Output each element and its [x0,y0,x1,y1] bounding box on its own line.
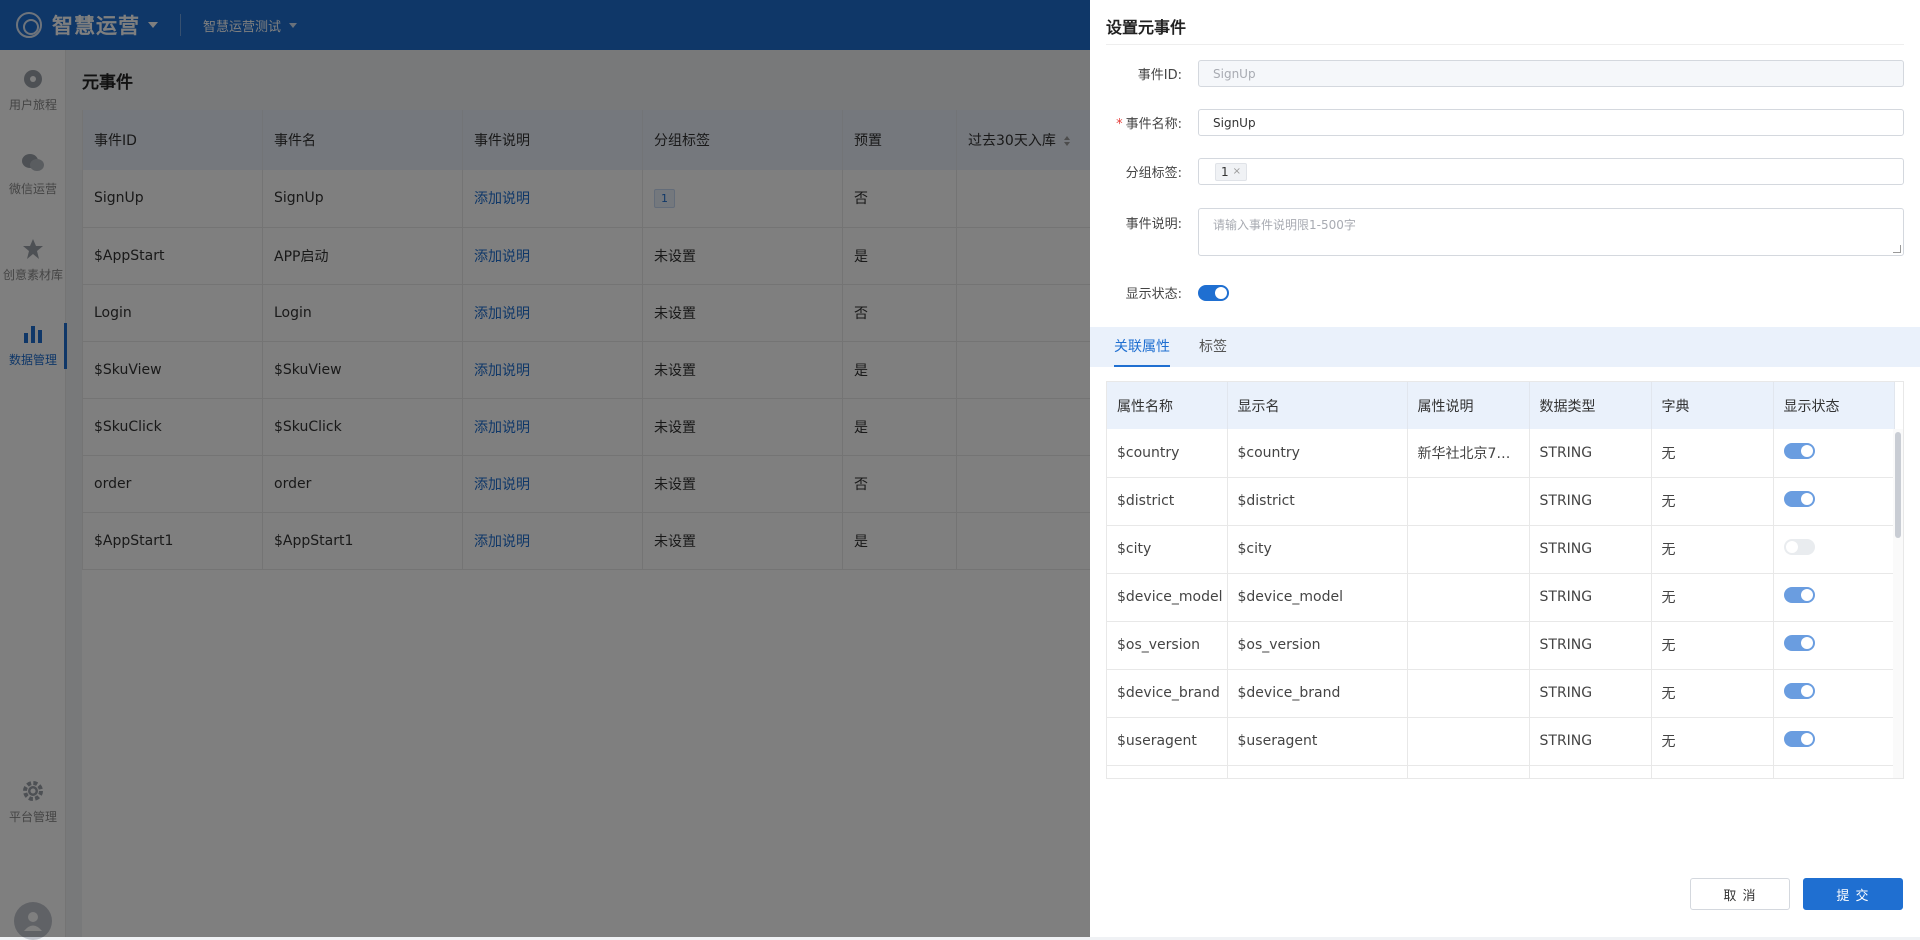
required-mark: * [1116,117,1123,132]
divider [1106,44,1904,45]
column-header: 属性说明 [1407,382,1530,429]
property-name: $device_brand [1107,669,1228,718]
table-row: $country $country 新华社北京7… STRING 无 [1107,429,1895,478]
property-type: STRING [1529,621,1652,670]
property-dict: 无 [1651,573,1774,622]
description-textarea[interactable]: 请输入事件说明限1-500字 [1198,208,1904,256]
table-row [1107,765,1895,778]
property-dict: 无 [1651,621,1774,670]
column-header: 属性名称 [1107,382,1228,429]
property-status-toggle[interactable] [1783,442,1815,459]
property-display-name: $os_version [1227,621,1408,670]
properties-table-container: 属性名称 显示名 属性说明 数据类型 字典 显示状态 $country $cou… [1106,381,1904,779]
submit-button[interactable]: 提 交 [1803,878,1903,910]
tab-related-properties[interactable]: 关联属性 [1114,327,1170,367]
event-id-row: 事件ID: SignUp [1106,60,1904,87]
property-description [1407,717,1530,766]
property-type: STRING [1529,717,1652,766]
event-name-label: * 事件名称: [1106,113,1182,132]
event-id-field: SignUp [1198,60,1904,87]
tabs-bar: 关联属性 标签 [1090,327,1920,367]
property-type: STRING [1529,573,1652,622]
property-type: STRING [1529,525,1652,574]
property-status-toggle[interactable] [1783,635,1815,651]
group-select-tag: 1 × [1215,162,1248,181]
column-header: 字典 [1651,382,1774,429]
property-display-name: $device_model [1227,573,1408,622]
property-name: $os_version [1107,621,1228,670]
property-name: $district [1107,477,1228,526]
property-dict: 无 [1651,717,1774,766]
table-row: $useragent $useragent STRING 无 [1107,717,1895,766]
property-description [1407,477,1530,526]
property-description [1407,669,1530,718]
property-name: $city [1107,525,1228,574]
property-dict: 无 [1651,429,1774,478]
property-display-name: $country [1227,429,1408,478]
property-description: 新华社北京7… [1407,429,1530,478]
column-header: 显示状态 [1773,382,1895,429]
property-status-toggle[interactable] [1783,539,1815,555]
desc-row: 事件说明: 请输入事件说明限1-500字 [1106,208,1904,256]
event-name-row: * 事件名称: SignUp [1106,109,1904,136]
property-dict: 无 [1651,669,1774,718]
property-display-name: $useragent [1227,717,1408,766]
status-row: 显示状态: [1106,283,1904,302]
tab-tags[interactable]: 标签 [1199,327,1227,367]
property-name: $useragent [1107,717,1228,766]
property-type: STRING [1529,669,1652,718]
table-row: $device_brand $device_brand STRING 无 [1107,669,1895,718]
table-header-row: 属性名称 显示名 属性说明 数据类型 字典 显示状态 [1107,382,1895,429]
group-label: 分组标签: [1125,166,1182,181]
group-select[interactable]: 1 × [1198,158,1904,185]
description-placeholder: 请输入事件说明限1-500字 [1213,218,1356,232]
property-display-name: $district [1227,477,1408,526]
property-status-toggle[interactable] [1783,491,1815,507]
property-dict: 无 [1651,477,1774,526]
event-name-field[interactable]: SignUp [1198,109,1904,136]
group-row: 分组标签: 1 × [1106,158,1904,185]
properties-table: 属性名称 显示名 属性说明 数据类型 字典 显示状态 $country $cou… [1107,382,1895,778]
table-row: $district $district STRING 无 [1107,477,1895,526]
group-tag-label: 1 [1221,164,1229,179]
property-status-toggle[interactable] [1783,587,1815,603]
property-status-toggle[interactable] [1783,683,1815,699]
event-name-label-text: 事件名称: [1125,117,1182,132]
scrollbar-thumb[interactable] [1895,432,1901,538]
property-description [1407,621,1530,670]
property-name: $device_model [1107,573,1228,622]
modal-overlay[interactable] [0,0,1090,937]
event-id-label: 事件ID: [1137,68,1182,83]
property-display-name: $device_brand [1227,669,1408,718]
column-header: 数据类型 [1529,382,1652,429]
table-row: $city $city STRING 无 [1107,525,1895,574]
close-icon[interactable]: × [1233,166,1241,177]
property-status-toggle[interactable] [1783,731,1815,747]
property-type: STRING [1529,429,1652,478]
status-label: 显示状态: [1125,287,1182,302]
property-dict: 无 [1651,525,1774,574]
scrollbar-track[interactable] [1893,429,1903,778]
property-type: STRING [1529,477,1652,526]
property-display-name: $city [1227,525,1408,574]
property-name: $country [1107,429,1228,478]
status-toggle[interactable] [1198,284,1229,301]
table-row: $os_version $os_version STRING 无 [1107,621,1895,670]
cancel-button[interactable]: 取 消 [1690,878,1790,910]
property-description [1407,525,1530,574]
column-header: 显示名 [1227,382,1408,429]
table-row: $device_model $device_model STRING 无 [1107,573,1895,622]
resize-handle-icon[interactable] [1893,245,1901,253]
desc-label: 事件说明: [1125,217,1182,232]
drawer-title: 设置元事件 [1106,18,1187,37]
property-description [1407,573,1530,622]
